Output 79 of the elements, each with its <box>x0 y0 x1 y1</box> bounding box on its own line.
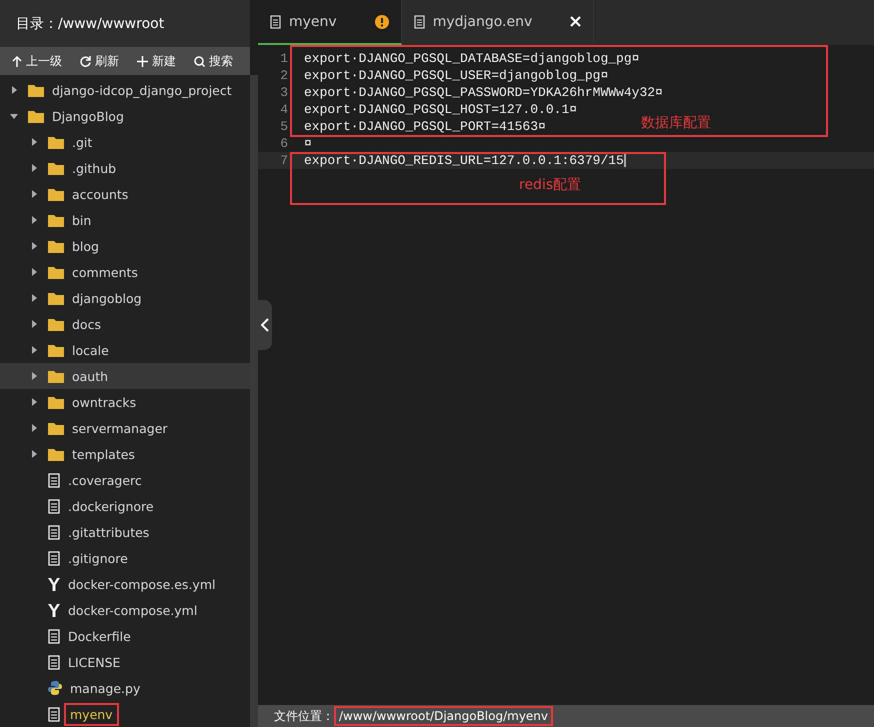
document-icon <box>48 654 60 670</box>
close-icon[interactable] <box>570 16 582 27</box>
folder-icon <box>28 84 44 96</box>
toolbar-button[interactable]: 新建 <box>131 52 182 70</box>
document-icon <box>414 14 425 28</box>
folder-icon <box>48 370 64 382</box>
caret-right-icon[interactable] <box>30 294 38 302</box>
collapse-handle[interactable] <box>258 300 272 350</box>
caret-right-icon[interactable] <box>30 190 38 198</box>
document-icon <box>48 498 60 514</box>
document-icon <box>48 550 60 566</box>
code-line: ¤ <box>304 135 312 152</box>
caret-right-icon[interactable] <box>30 268 38 276</box>
document-icon <box>48 706 60 722</box>
text-cursor <box>624 152 626 167</box>
caret-right-icon[interactable] <box>30 346 38 354</box>
search-icon <box>194 56 205 66</box>
folder-icon <box>48 136 64 148</box>
folder-icon <box>48 422 64 434</box>
line-number: 6 <box>279 135 288 152</box>
caret-down-icon[interactable] <box>10 112 18 120</box>
editor-tab[interactable]: myenv <box>258 0 402 45</box>
y-letter-icon <box>48 602 60 618</box>
file-path: /www/wwwroot/DjangoBlog/myenv <box>334 706 554 726</box>
annotation-label: 数据库配置 <box>641 114 711 132</box>
folder-icon <box>48 188 64 200</box>
code-line: export·DJANGO_PGSQL_USER=djangoblog_pg¤ <box>304 67 608 84</box>
annotation-label: redis配置 <box>519 176 582 194</box>
caret-right-icon[interactable] <box>30 164 38 172</box>
tree-item[interactable]: oauth <box>0 363 250 389</box>
line-number: 5 <box>279 118 288 135</box>
toolbar-button[interactable]: 上一级 <box>6 52 68 70</box>
line-number: 7 <box>279 152 288 169</box>
code-line: export·DJANGO_PGSQL_DATABASE=djangoblog_pg¤ <box>304 50 640 67</box>
chevron-left-icon <box>261 318 269 332</box>
folder-icon <box>48 240 64 252</box>
code-line: export·DJANGO_REDIS_URL=127.0.0.1:6379/15 <box>304 152 624 169</box>
document-icon <box>48 472 60 488</box>
folder-icon <box>48 344 64 356</box>
document-icon <box>270 14 281 28</box>
code-line: export·DJANGO_PGSQL_HOST=127.0.0.1¤ <box>304 101 578 118</box>
caret-right-icon[interactable] <box>30 424 38 432</box>
toolbar-button[interactable]: 搜索 <box>188 52 239 70</box>
caret-right-icon[interactable] <box>30 138 38 146</box>
folder-icon <box>48 448 64 460</box>
document-icon <box>48 524 60 540</box>
line-number: 2 <box>279 67 288 84</box>
folder-icon <box>28 110 44 122</box>
code-line: export·DJANGO_PGSQL_PORT=41563¤ <box>304 118 546 135</box>
scrollbar[interactable] <box>250 75 258 727</box>
line-number: 1 <box>279 50 288 67</box>
y-letter-icon <box>48 576 60 592</box>
code-line: export·DJANGO_PGSQL_PASSWORD=YDKA26hrMWWw4y32¤ <box>304 84 663 101</box>
folder-icon <box>48 214 64 226</box>
caret-right-icon[interactable] <box>30 242 38 250</box>
caret-right-icon[interactable] <box>30 450 38 458</box>
up-arrow-icon <box>12 56 22 66</box>
folder-icon <box>48 266 64 278</box>
python-icon <box>48 681 62 695</box>
caret-right-icon[interactable] <box>30 216 38 224</box>
directory-title: 目录：/www/wwwroot <box>0 0 250 47</box>
refresh-icon <box>80 56 91 66</box>
document-icon <box>48 628 60 644</box>
line-number: 3 <box>279 84 288 101</box>
folder-icon <box>48 396 64 408</box>
folder-icon <box>48 318 64 330</box>
editor-tab[interactable]: mydjango.env <box>402 0 594 45</box>
toolbar-button[interactable]: 刷新 <box>74 52 125 70</box>
caret-right-icon[interactable] <box>30 320 38 328</box>
caret-right-icon[interactable] <box>10 86 18 94</box>
folder-icon <box>48 162 64 174</box>
plus-icon <box>137 56 148 66</box>
location-label: 文件位置： <box>274 708 334 724</box>
line-number: 4 <box>279 101 288 118</box>
folder-icon <box>48 292 64 304</box>
tab-label: myenv <box>289 14 337 30</box>
caret-right-icon[interactable] <box>30 398 38 406</box>
caret-right-icon[interactable] <box>30 372 38 380</box>
tab-label: mydjango.env <box>432 14 532 30</box>
